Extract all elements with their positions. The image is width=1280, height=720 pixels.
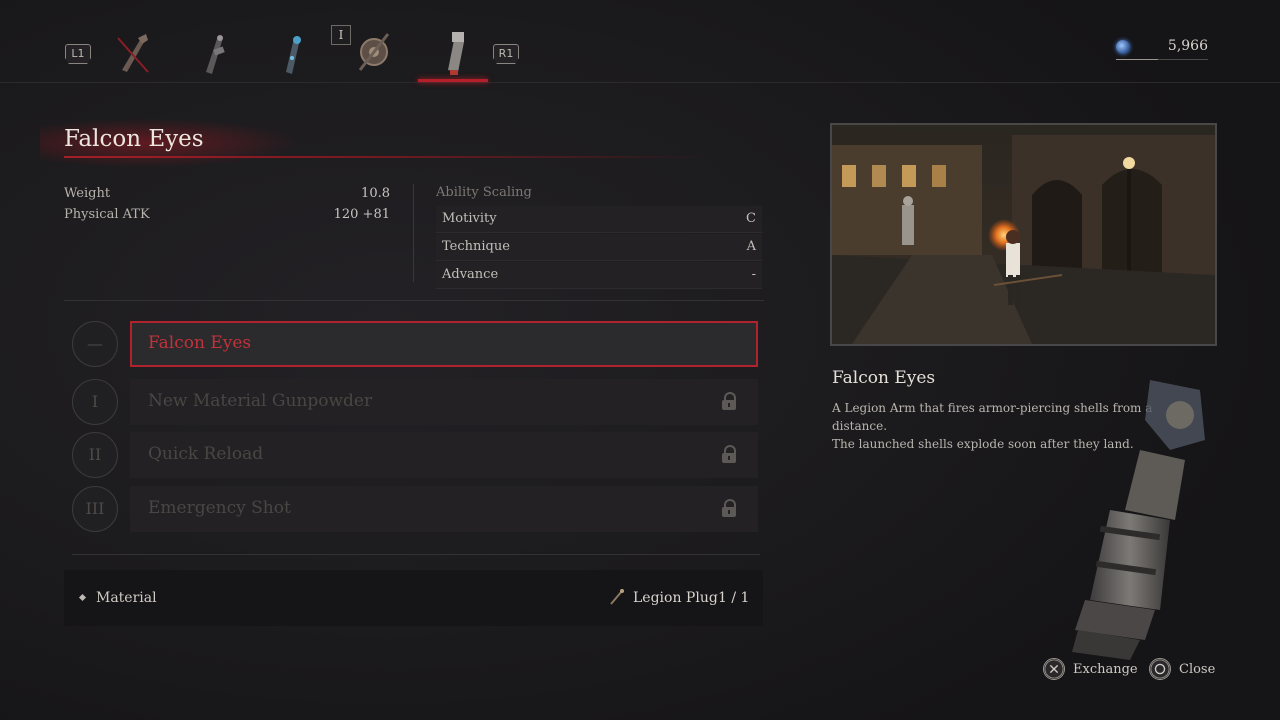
lock-icon [722, 392, 736, 410]
cross-button-icon [1043, 658, 1065, 680]
scaling-grade: C [746, 211, 756, 226]
skill-row-new-material-gunpowder[interactable]: New Material Gunpowder [130, 379, 758, 425]
circle-button-icon [1149, 658, 1171, 680]
legion-arm-shield-icon [358, 33, 390, 71]
legion-arm-slot-1[interactable] [110, 26, 154, 78]
legion-arm-slot-5-selected[interactable] [432, 26, 476, 78]
title-underline [64, 156, 714, 158]
detail-title: Falcon Eyes [832, 368, 936, 388]
skill-numeral: III [72, 486, 118, 532]
skill-numeral: — [72, 321, 118, 367]
ergo-bar [1116, 59, 1208, 60]
skill-row-falcon-eyes[interactable]: Falcon Eyes [130, 321, 758, 367]
stats-divider [413, 184, 414, 282]
selected-slot-indicator [418, 79, 488, 82]
legion-arm-artwork [1072, 380, 1205, 660]
item-title: Falcon Eyes [64, 126, 204, 152]
ability-scaling-label: Ability Scaling [436, 185, 532, 200]
scaling-motivity: Motivity C [436, 206, 762, 233]
scaling-grade: A [746, 239, 756, 254]
skill-label: Quick Reload [148, 444, 264, 464]
legion-arm-falcon-eyes-icon [448, 32, 464, 75]
equipped-slot-tag: I [331, 25, 351, 45]
stat-physical-atk: Physical ATK 120 +81 [64, 207, 390, 222]
skill-label: Emergency Shot [148, 498, 291, 518]
scaling-label: Technique [442, 239, 510, 254]
legion-arm-slot-3[interactable] [270, 26, 314, 78]
skill-numeral: I [72, 379, 118, 425]
skill-numeral: II [72, 432, 118, 478]
prompt-label: Exchange [1073, 662, 1138, 677]
ergo-value: 5,966 [1167, 38, 1208, 54]
stat-label: Physical ATK [64, 207, 150, 222]
skill-label: New Material Gunpowder [148, 391, 373, 411]
legion-arm-slot-2[interactable] [192, 26, 236, 78]
scaling-grade: - [751, 267, 756, 282]
stat-value: 120 +81 [333, 207, 390, 222]
ergo-counter: 5,966 [1116, 38, 1208, 60]
legion-arm-flamberge-icon [206, 35, 225, 74]
l1-button-icon[interactable]: L1 [65, 44, 91, 64]
skill-row-quick-reload[interactable]: Quick Reload [130, 432, 758, 478]
ergo-icon [1116, 40, 1130, 54]
material-panel: Material Legion Plug 1 / 1 [64, 570, 763, 626]
stat-value: 10.8 [361, 186, 390, 201]
material-item-name: Legion Plug [633, 590, 718, 606]
material-count: 1 / 1 [718, 590, 750, 606]
legion-plug-icon [610, 589, 624, 605]
skill-label: Falcon Eyes [148, 333, 252, 353]
r1-button-icon[interactable]: R1 [493, 44, 519, 64]
legion-arm-slot-4[interactable] [352, 26, 396, 78]
scaling-advance: Advance - [436, 262, 762, 289]
scaling-label: Advance [442, 267, 499, 282]
lock-icon [722, 445, 736, 463]
legion-arm-tab-bar: L1 I R1 5,966 [0, 0, 1280, 83]
section-divider [64, 300, 764, 301]
lock-icon [722, 499, 736, 517]
stat-label: Weight [64, 186, 111, 201]
legion-arm-crossed-icon [117, 34, 149, 73]
legion-arm-blue-icon [286, 36, 301, 74]
section-divider [72, 554, 760, 555]
scaling-technique: Technique A [436, 234, 762, 261]
preview-scene-image [832, 125, 1215, 344]
stat-weight: Weight 10.8 [64, 186, 390, 201]
skill-preview-video [830, 123, 1217, 346]
material-label: Material [96, 590, 157, 606]
prompt-label: Close [1179, 662, 1216, 677]
skill-row-emergency-shot[interactable]: Emergency Shot [130, 486, 758, 532]
scaling-label: Motivity [442, 211, 497, 226]
bullet-icon [78, 593, 87, 602]
